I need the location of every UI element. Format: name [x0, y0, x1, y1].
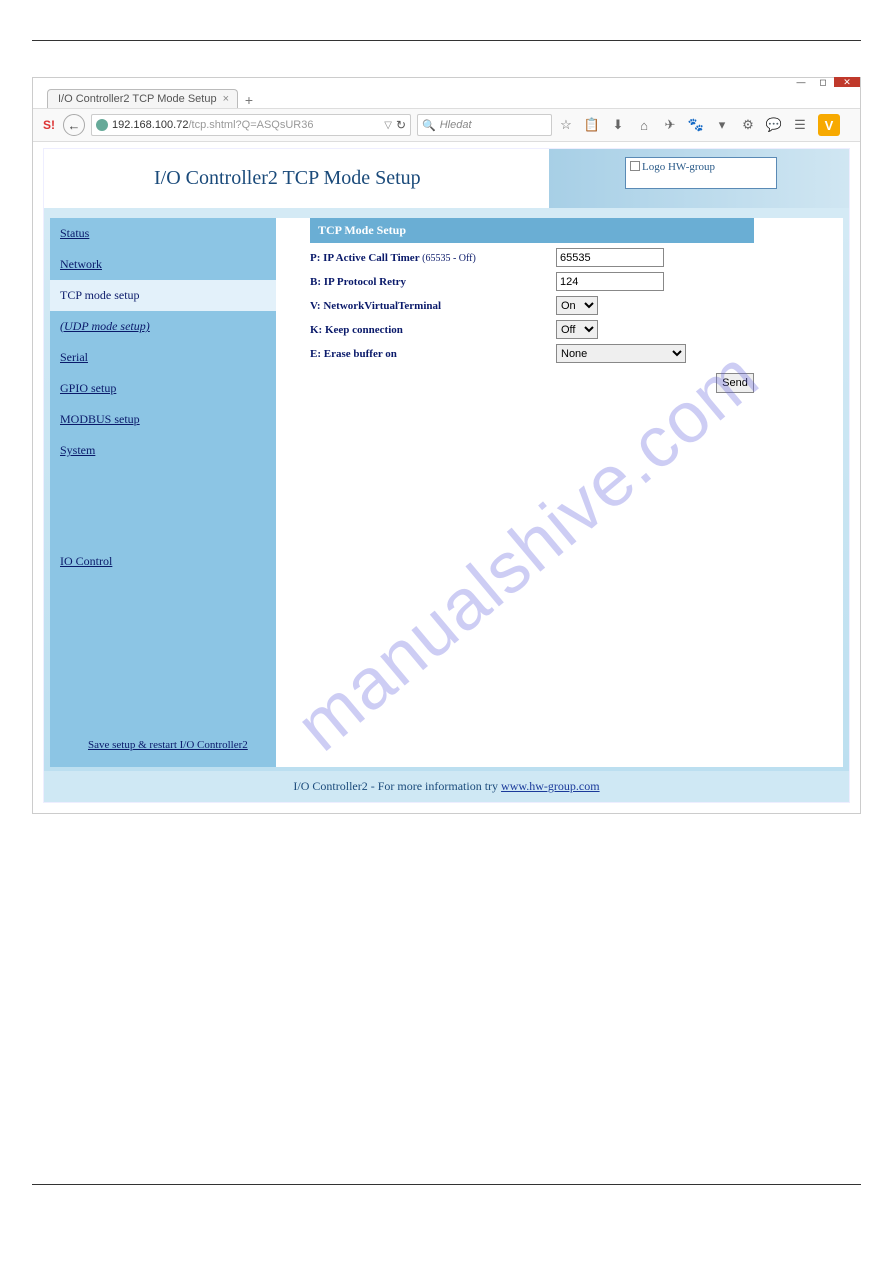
- panel-header: TCP Mode Setup: [310, 218, 754, 243]
- chat-icon[interactable]: 💬: [766, 117, 782, 133]
- gear-icon[interactable]: ⚙: [740, 117, 756, 133]
- select-keep-connection[interactable]: Off: [556, 320, 598, 339]
- input-protocol-retry[interactable]: [556, 272, 664, 291]
- bottom-rule: [32, 1184, 861, 1185]
- paw-icon[interactable]: 🐾: [688, 117, 704, 133]
- footer-link[interactable]: www.hw-group.com: [501, 779, 600, 793]
- input-active-call-timer[interactable]: [556, 248, 664, 267]
- footer-bar: I/O Controller2 - For more information t…: [44, 771, 849, 802]
- tab-title: I/O Controller2 TCP Mode Setup: [58, 93, 217, 105]
- page-header: I/O Controller2 TCP Mode Setup Logo HW-g…: [44, 149, 849, 208]
- tab-strip: I/O Controller2 TCP Mode Setup × +: [33, 86, 860, 108]
- back-button[interactable]: ←: [63, 114, 85, 136]
- row-erase-buffer: E: Erase buffer on None: [310, 344, 843, 363]
- seznam-icon[interactable]: S!: [41, 117, 57, 133]
- page-title: I/O Controller2 TCP Mode Setup: [154, 167, 549, 190]
- row-active-call-timer: P: IP Active Call Timer (65535 - Off): [310, 248, 843, 267]
- close-button[interactable]: ✕: [834, 77, 860, 87]
- sidebar-item-gpio[interactable]: GPIO setup: [50, 373, 276, 404]
- sidebar-item-network[interactable]: Network: [50, 249, 276, 280]
- send-button[interactable]: Send: [716, 373, 754, 393]
- url-bar[interactable]: 192.168.100.72/tcp.shtml?Q=ASQsUR36 ▽ ↻: [91, 114, 411, 136]
- search-icon: 🔍: [422, 119, 436, 132]
- tab-close-icon[interactable]: ×: [223, 93, 229, 105]
- select-erase-buffer[interactable]: None: [556, 344, 686, 363]
- row-nvt: V: NetworkVirtualTerminal On: [310, 296, 843, 315]
- sidebar-item-system[interactable]: System: [50, 435, 276, 466]
- maximize-button[interactable]: ◻: [812, 78, 834, 86]
- toolbar-right-icons: ☆ 📋 ⬇ ⌂ ✈ 🐾 ▾ ⚙ 💬 ☰ V: [558, 114, 840, 136]
- downloads-icon[interactable]: ⬇: [610, 117, 626, 133]
- reload-icon[interactable]: ↻: [396, 118, 406, 132]
- send-icon[interactable]: ✈: [662, 117, 678, 133]
- bookmark-icon[interactable]: ☆: [558, 117, 574, 133]
- minimize-button[interactable]: —: [790, 78, 812, 86]
- menu-icon[interactable]: ☰: [792, 117, 808, 133]
- footer-text: I/O Controller2 - For more information t…: [293, 779, 501, 793]
- window-controls: — ◻ ✕: [33, 78, 860, 86]
- sidebar-item-io-control[interactable]: IO Control: [50, 546, 276, 577]
- logo-box: Logo HW-group: [625, 157, 777, 189]
- broken-image-icon: [630, 161, 640, 171]
- sidebar-item-serial[interactable]: Serial: [50, 342, 276, 373]
- search-bar[interactable]: 🔍 Hledat: [417, 114, 552, 136]
- url-text: 192.168.100.72/tcp.shtml?Q=ASQsUR36: [112, 119, 380, 131]
- dropdown-icon[interactable]: ▾: [714, 117, 730, 133]
- browser-toolbar: S! ← 192.168.100.72/tcp.shtml?Q=ASQsUR36…: [33, 108, 860, 142]
- globe-icon: [96, 119, 108, 131]
- top-rule: [32, 40, 861, 41]
- sidebar-item-tcp-mode[interactable]: TCP mode setup: [50, 280, 276, 311]
- row-keep-connection: K: Keep connection Off: [310, 320, 843, 339]
- save-restart-link[interactable]: Save setup & restart I/O Controller2: [88, 739, 248, 751]
- page-content: I/O Controller2 TCP Mode Setup Logo HW-g…: [33, 142, 860, 813]
- row-protocol-retry: B: IP Protocol Retry: [310, 272, 843, 291]
- url-dropdown-icon[interactable]: ▽: [384, 120, 392, 131]
- sidebar: Status Network TCP mode setup (UDP mode …: [50, 218, 276, 767]
- main-panel: TCP Mode Setup P: IP Active Call Timer (…: [276, 218, 843, 767]
- sidebar-item-modbus[interactable]: MODBUS setup: [50, 404, 276, 435]
- browser-tab[interactable]: I/O Controller2 TCP Mode Setup ×: [47, 89, 238, 108]
- browser-window: — ◻ ✕ I/O Controller2 TCP Mode Setup × +…: [32, 77, 861, 814]
- home-icon[interactable]: ⌂: [636, 117, 652, 133]
- search-placeholder: Hledat: [440, 119, 472, 131]
- clipboard-icon[interactable]: 📋: [584, 117, 600, 133]
- new-tab-button[interactable]: +: [238, 92, 260, 108]
- avast-icon[interactable]: V: [818, 114, 840, 136]
- select-nvt[interactable]: On: [556, 296, 598, 315]
- sidebar-item-status[interactable]: Status: [50, 218, 276, 249]
- sidebar-item-udp-mode[interactable]: (UDP mode setup): [50, 311, 276, 342]
